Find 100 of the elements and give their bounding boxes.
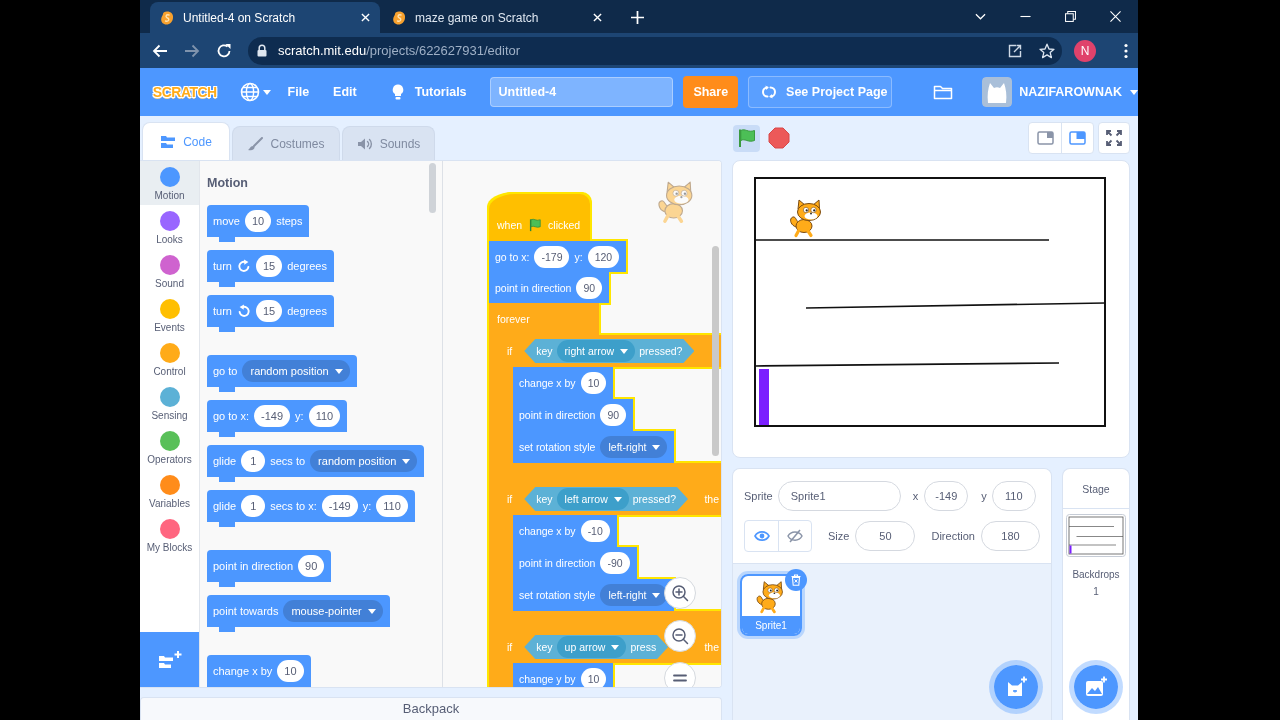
number-input[interactable]: 10 bbox=[580, 668, 607, 687]
block-label: press bbox=[630, 641, 657, 653]
if-block[interactable]: if key up arrow press the change y by 10 bbox=[501, 631, 721, 687]
category-button[interactable]: Looks bbox=[140, 205, 199, 249]
block-label: point in direction bbox=[213, 560, 294, 572]
number-input[interactable]: 110 bbox=[376, 495, 408, 517]
bookmark-star-icon[interactable] bbox=[1039, 42, 1055, 59]
motion-block[interactable]: go to x: -179 y: 120 bbox=[489, 241, 627, 272]
motion-block[interactable]: move 10 steps bbox=[207, 205, 310, 242]
delete-sprite-button[interactable] bbox=[785, 569, 807, 591]
globe-icon bbox=[239, 82, 260, 102]
block-dropdown[interactable]: mouse-pointer bbox=[283, 600, 383, 622]
sprite-name-field[interactable]: Sprite1 bbox=[777, 481, 901, 511]
motion-block[interactable]: change x by 10 bbox=[513, 367, 614, 399]
restore-icon bbox=[1065, 11, 1076, 22]
motion-block[interactable]: go to x: -149 y: 110 bbox=[207, 400, 348, 437]
category-button[interactable]: Variables bbox=[140, 469, 199, 513]
number-input[interactable]: -90 bbox=[600, 552, 630, 574]
category-button[interactable]: Events bbox=[140, 293, 199, 337]
fullscreen-button[interactable] bbox=[1098, 122, 1130, 154]
number-input[interactable]: -149 bbox=[321, 495, 358, 517]
category-button[interactable]: Sound bbox=[140, 249, 199, 293]
motion-block[interactable]: set rotation style left-right bbox=[513, 431, 675, 463]
number-input[interactable]: 10 bbox=[277, 660, 304, 682]
stop-icon[interactable] bbox=[768, 127, 790, 149]
motion-block[interactable]: glide 1 secs to x: -149 y: 110 bbox=[207, 490, 415, 527]
number-input[interactable]: -149 bbox=[254, 405, 291, 427]
stage-canvas[interactable] bbox=[732, 160, 1130, 458]
scrollbar-thumb[interactable] bbox=[429, 163, 436, 213]
add-extension-button[interactable] bbox=[140, 632, 199, 687]
y-field[interactable]: 110 bbox=[991, 481, 1036, 511]
stage-thumbnail-drawing[interactable] bbox=[1066, 514, 1126, 557]
number-input[interactable]: -10 bbox=[580, 520, 610, 542]
number-input[interactable]: 90 bbox=[576, 276, 603, 299]
motion-block[interactable]: turn 15 degrees bbox=[207, 250, 334, 287]
flag-button[interactable] bbox=[733, 124, 760, 152]
number-input[interactable]: 15 bbox=[255, 255, 283, 277]
number-input[interactable]: 110 bbox=[308, 405, 341, 427]
if-block[interactable]: if key right arrow pressed? change x by 10 point in direction 90 set rotation style left-right bbox=[501, 335, 721, 483]
motion-block[interactable]: turn 15 degrees bbox=[207, 295, 334, 332]
size-field[interactable]: 50 bbox=[855, 521, 916, 551]
category-button[interactable]: Operators bbox=[140, 425, 199, 469]
backdrops-count: 1 bbox=[1093, 586, 1099, 597]
lock-icon bbox=[256, 44, 268, 57]
block-dropdown[interactable]: random position bbox=[310, 450, 418, 472]
backpack-bar[interactable]: Backpack bbox=[140, 697, 722, 720]
forever-block[interactable] bbox=[489, 303, 721, 687]
browser-tab[interactable]: Untitled-4 on Scratch bbox=[150, 2, 380, 33]
address-bar[interactable]: scratch.mit.edu/projects/622627931/editor bbox=[248, 36, 1062, 65]
profile-button[interactable]: N bbox=[1074, 39, 1096, 62]
category-button[interactable]: Motion bbox=[140, 161, 199, 205]
motion-block[interactable]: point in direction -90 bbox=[513, 547, 637, 579]
add-backdrop-button[interactable] bbox=[1069, 660, 1123, 714]
language-button[interactable] bbox=[239, 82, 271, 102]
category-button[interactable]: Control bbox=[140, 337, 199, 381]
share-icon[interactable] bbox=[1007, 42, 1023, 59]
eye-icon bbox=[753, 529, 770, 543]
cat-sprite-icon[interactable] bbox=[790, 199, 821, 238]
user-avatar-icon[interactable] bbox=[982, 77, 1013, 107]
number-input[interactable]: 15 bbox=[255, 300, 283, 322]
number-input[interactable]: 10 bbox=[580, 372, 607, 394]
category-button[interactable]: My Blocks bbox=[140, 513, 199, 557]
motion-block[interactable]: set rotation style left-right bbox=[513, 579, 675, 611]
add-sprite-button[interactable] bbox=[989, 660, 1043, 714]
scrollbar-thumb[interactable] bbox=[712, 246, 719, 456]
forward-arrow-icon bbox=[184, 42, 200, 59]
motion-block[interactable]: change y by 10 bbox=[513, 663, 614, 687]
number-input[interactable]: 90 bbox=[298, 555, 325, 577]
folder-icon[interactable] bbox=[933, 84, 954, 100]
motion-block[interactable]: point in direction 90 bbox=[207, 550, 332, 587]
blocks-plus-icon bbox=[157, 649, 182, 670]
caret-icon bbox=[262, 89, 271, 95]
number-input[interactable]: 120 bbox=[587, 245, 620, 268]
reload-icon bbox=[216, 42, 232, 59]
direction-field[interactable]: 180 bbox=[980, 521, 1040, 551]
number-input[interactable]: 10 bbox=[244, 210, 272, 232]
block-dropdown[interactable]: left-right bbox=[600, 584, 668, 606]
if-block[interactable]: if key left arrow pressed? the change x by -10 point in direction -90 set rotation style left-right bbox=[501, 483, 721, 631]
new-tab-icon[interactable] bbox=[631, 11, 644, 24]
motion-block[interactable]: go to random position bbox=[207, 355, 357, 392]
block-dropdown[interactable]: left-right bbox=[600, 436, 668, 458]
browser-tab[interactable]: maze game on Scratch bbox=[382, 2, 612, 33]
favicon-icon bbox=[160, 10, 174, 25]
number-input[interactable]: 1 bbox=[241, 450, 266, 472]
motion-block[interactable]: change x by -10 bbox=[513, 515, 617, 547]
motion-block[interactable]: glide 1 secs to random position bbox=[207, 445, 425, 482]
category-button[interactable]: Sensing bbox=[140, 381, 199, 425]
block-dropdown[interactable]: random position bbox=[242, 360, 350, 382]
x-field[interactable]: -149 bbox=[924, 481, 969, 511]
block-label: point in direction bbox=[519, 557, 596, 569]
motion-block[interactable]: point in direction 90 bbox=[489, 272, 610, 303]
motion-block[interactable]: change x by 10 bbox=[207, 655, 311, 687]
motion-block[interactable]: point towards mouse-pointer bbox=[207, 595, 390, 632]
normal-stage-icon bbox=[1069, 131, 1086, 145]
more-menu-icon[interactable] bbox=[1124, 42, 1128, 59]
motion-block[interactable]: point in direction 90 bbox=[513, 399, 634, 431]
number-input[interactable]: 90 bbox=[600, 404, 627, 426]
number-input[interactable]: 1 bbox=[241, 495, 266, 517]
block-label: clicked bbox=[548, 219, 581, 231]
number-input[interactable]: -179 bbox=[534, 245, 570, 268]
